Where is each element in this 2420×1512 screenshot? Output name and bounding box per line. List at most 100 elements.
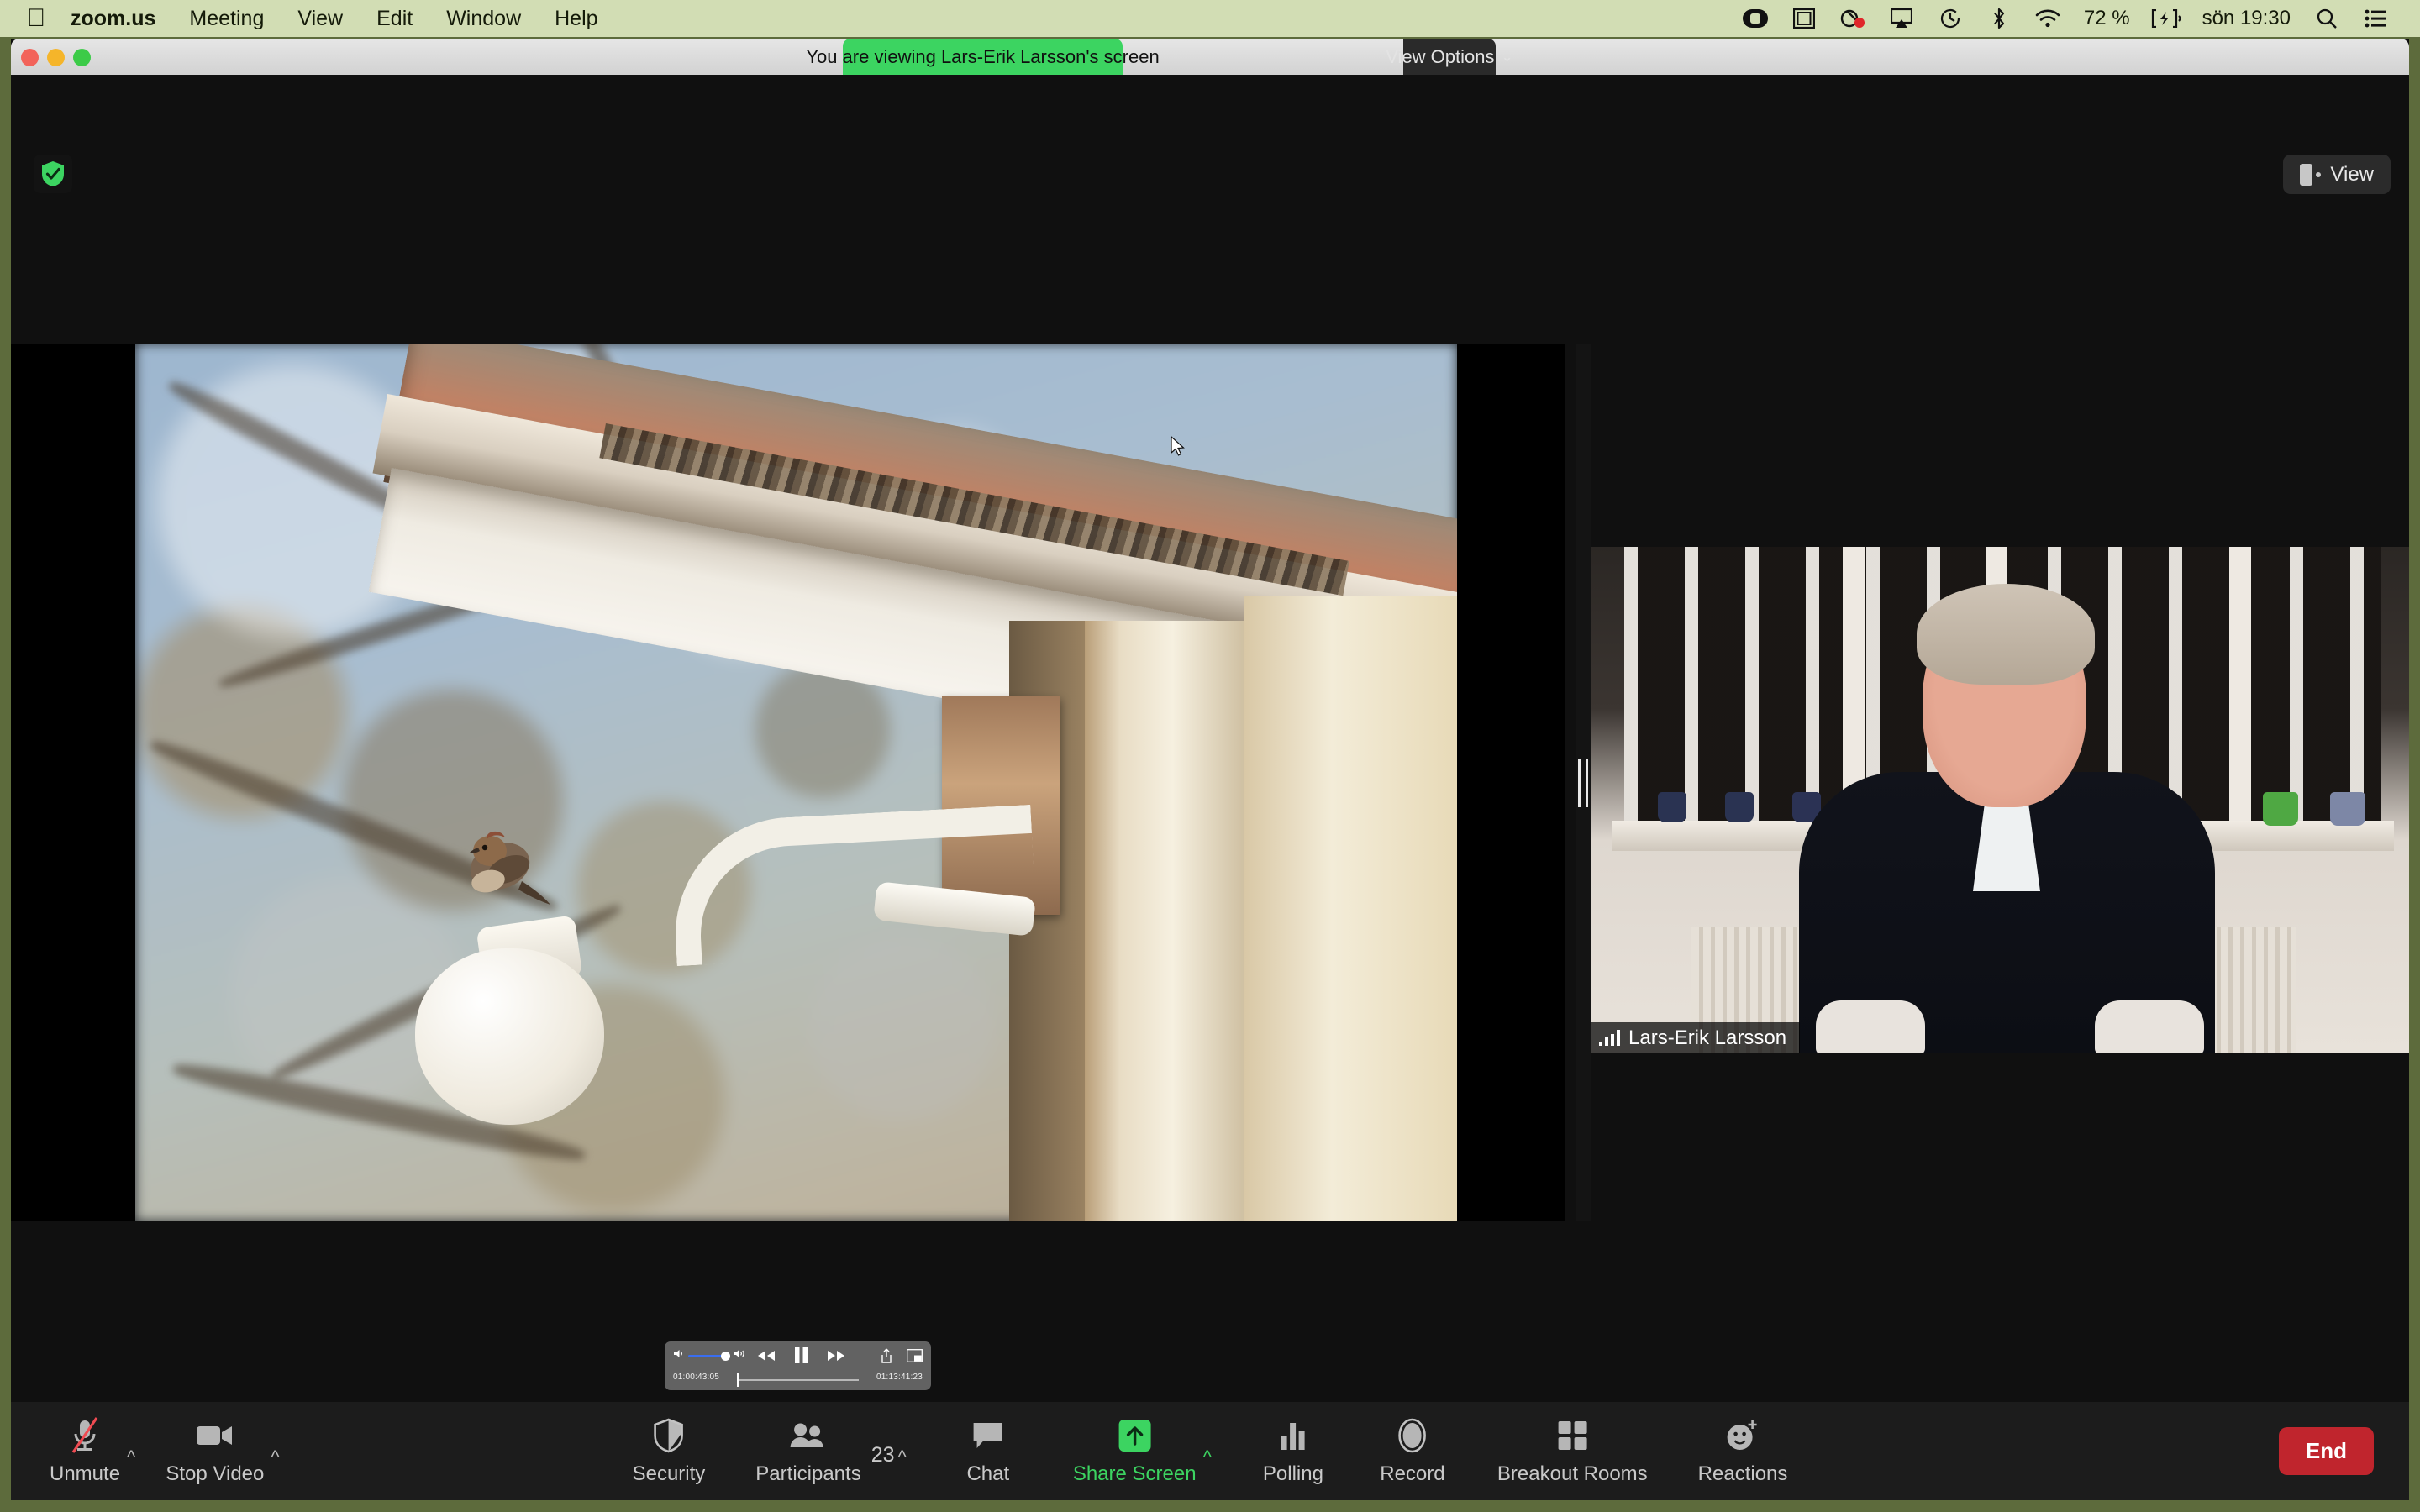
video-camera-icon xyxy=(196,1416,234,1455)
panel-divider-handle[interactable] xyxy=(1576,344,1591,1221)
screen-mirroring-icon[interactable] xyxy=(1780,0,1828,38)
window-mullion xyxy=(2229,547,2251,824)
reactions-label: Reactions xyxy=(1697,1462,1788,1485)
menu-item-window[interactable]: Window xyxy=(429,7,538,31)
unmute-label: Unmute xyxy=(50,1462,121,1485)
window-minimize-button[interactable] xyxy=(47,49,65,66)
share-screen-label: Share Screen xyxy=(1072,1462,1197,1485)
player-scrubber[interactable] xyxy=(737,1373,859,1387)
mug xyxy=(2330,792,2365,826)
polling-label: Polling xyxy=(1262,1462,1323,1485)
meeting-toolbar: Unmute ^ Stop Video ^ Security Participa… xyxy=(11,1402,2409,1500)
share-screen-caret-icon[interactable]: ^ xyxy=(1203,1446,1212,1468)
time-machine-icon[interactable] xyxy=(1926,0,1975,38)
menu-bar-clock[interactable]: sön 19:30 xyxy=(2191,7,2302,30)
view-options-label: View Options xyxy=(1386,45,1495,67)
screen-recording-icon[interactable] xyxy=(1731,0,1780,38)
mouse-cursor xyxy=(1171,435,1186,462)
mug xyxy=(1658,792,1686,822)
participants-group: Participants 23 ^ xyxy=(752,1416,907,1486)
fast-forward-button[interactable] xyxy=(827,1349,845,1367)
wall-panel xyxy=(1085,621,1244,1221)
stop-video-group: Stop Video ^ xyxy=(162,1416,280,1486)
volume-high-icon xyxy=(733,1348,747,1363)
battery-charging-icon[interactable] xyxy=(2142,0,2191,38)
volume-low-icon xyxy=(673,1348,684,1363)
participant-name-label: Lars-Erik Larsson xyxy=(1591,1022,1801,1053)
stop-video-label: Stop Video xyxy=(166,1462,265,1485)
participants-button[interactable]: Participants xyxy=(752,1416,864,1486)
menu-item-view[interactable]: View xyxy=(281,7,360,31)
picture-in-picture-button[interactable] xyxy=(907,1349,923,1367)
polling-button[interactable]: Polling xyxy=(1255,1416,1331,1486)
shield-check-icon[interactable] xyxy=(34,155,72,193)
control-center-icon[interactable] xyxy=(2351,0,2400,38)
player-current-time: 01:00:43:05 xyxy=(673,1373,720,1382)
player-scrubber-row[interactable]: 01:00:43:05 01:13:41:23 xyxy=(665,1370,931,1390)
player-scrubber-handle[interactable] xyxy=(737,1373,739,1387)
video-player-controls[interactable]: 01:00:43:05 01:13:41:23 xyxy=(665,1341,931,1390)
breakout-rooms-button[interactable]: Breakout Rooms xyxy=(1494,1416,1651,1486)
participants-caret-icon[interactable]: ^ xyxy=(898,1446,907,1468)
screen-share-banner: You are viewing Lars-Erik Larsson's scre… xyxy=(806,39,1160,75)
menu-bar-left:  zoom.us Meeting View Edit Window Help xyxy=(0,6,615,31)
chat-label: Chat xyxy=(966,1462,1010,1485)
volume-slider[interactable] xyxy=(688,1351,730,1361)
view-button-label: View xyxy=(2330,162,2374,186)
toolbar-left-group: Unmute ^ Stop Video ^ xyxy=(11,1416,280,1486)
shared-screen-area[interactable]: 01:00:43:05 01:13:41:23 xyxy=(11,344,1565,1390)
menu-bar-status-area: 72 % sön 19:30 xyxy=(1731,0,2420,38)
chat-button[interactable]: Chat xyxy=(950,1416,1026,1486)
airplay-icon[interactable] xyxy=(1877,0,1926,38)
window-title-bar: You are viewing Lars-Erik Larsson's scre… xyxy=(11,39,2409,75)
reactions-button[interactable]: Reactions xyxy=(1695,1416,1791,1486)
volume-slider-knob[interactable] xyxy=(721,1351,730,1361)
participants-icon xyxy=(789,1416,828,1455)
unmute-button[interactable]: Unmute xyxy=(46,1416,124,1486)
zoom-menubar-icon[interactable] xyxy=(1828,0,1877,38)
participants-count: 23 xyxy=(871,1443,895,1467)
window-maximize-button[interactable] xyxy=(73,49,91,66)
volume-control[interactable] xyxy=(673,1348,747,1363)
layout-icon xyxy=(2300,163,2322,186)
divider-bar xyxy=(1578,758,1581,807)
share-screen-group: Share Screen ^ xyxy=(1070,1416,1212,1486)
stop-video-button[interactable]: Stop Video xyxy=(162,1416,267,1486)
rewind-button[interactable] xyxy=(757,1349,776,1367)
security-button[interactable]: Security xyxy=(629,1416,709,1486)
end-meeting-button[interactable]: End xyxy=(2278,1427,2374,1475)
unmute-options-caret-icon[interactable]: ^ xyxy=(127,1446,135,1468)
mug xyxy=(2263,792,2298,826)
share-button[interactable] xyxy=(881,1348,892,1368)
record-label: Record xyxy=(1380,1462,1445,1485)
share-screen-button[interactable]: Share Screen xyxy=(1070,1416,1200,1486)
transport-controls xyxy=(757,1347,845,1368)
participant-name-text: Lars-Erik Larsson xyxy=(1628,1026,1787,1049)
chevron-down-icon: ⌄ xyxy=(1501,48,1513,65)
view-layout-button[interactable]: View xyxy=(2283,155,2391,194)
shared-content-image[interactable] xyxy=(135,344,1457,1221)
participant-video-tile[interactable]: Lars-Erik Larsson xyxy=(1591,547,2409,1053)
video-options-caret-icon[interactable]: ^ xyxy=(271,1446,279,1468)
participants-label: Participants xyxy=(755,1462,861,1485)
view-options-button[interactable]: View Options ⌄ xyxy=(1386,39,1513,75)
pause-button[interactable] xyxy=(794,1347,808,1368)
bluetooth-icon[interactable] xyxy=(1975,0,2023,38)
menu-item-edit[interactable]: Edit xyxy=(360,7,429,31)
search-icon[interactable] xyxy=(2302,0,2351,38)
security-label: Security xyxy=(632,1462,706,1485)
wifi-icon[interactable] xyxy=(2023,0,2072,38)
apple-logo-icon[interactable]:  xyxy=(18,6,54,31)
menu-item-meeting[interactable]: Meeting xyxy=(172,7,281,31)
battery-percent-label: 72 % xyxy=(2083,7,2130,29)
chat-bubble-icon xyxy=(971,1416,1005,1455)
audio-level-icon xyxy=(1599,1030,1620,1046)
record-button[interactable]: Record xyxy=(1375,1416,1450,1486)
participant-hair xyxy=(1917,584,2095,685)
lamp-globe xyxy=(415,948,604,1125)
window-close-button[interactable] xyxy=(21,49,39,66)
shield-icon xyxy=(654,1416,684,1455)
menu-item-zoom-us[interactable]: zoom.us xyxy=(54,7,172,31)
menu-item-help[interactable]: Help xyxy=(538,7,614,31)
participant-hand xyxy=(2095,1000,2204,1053)
